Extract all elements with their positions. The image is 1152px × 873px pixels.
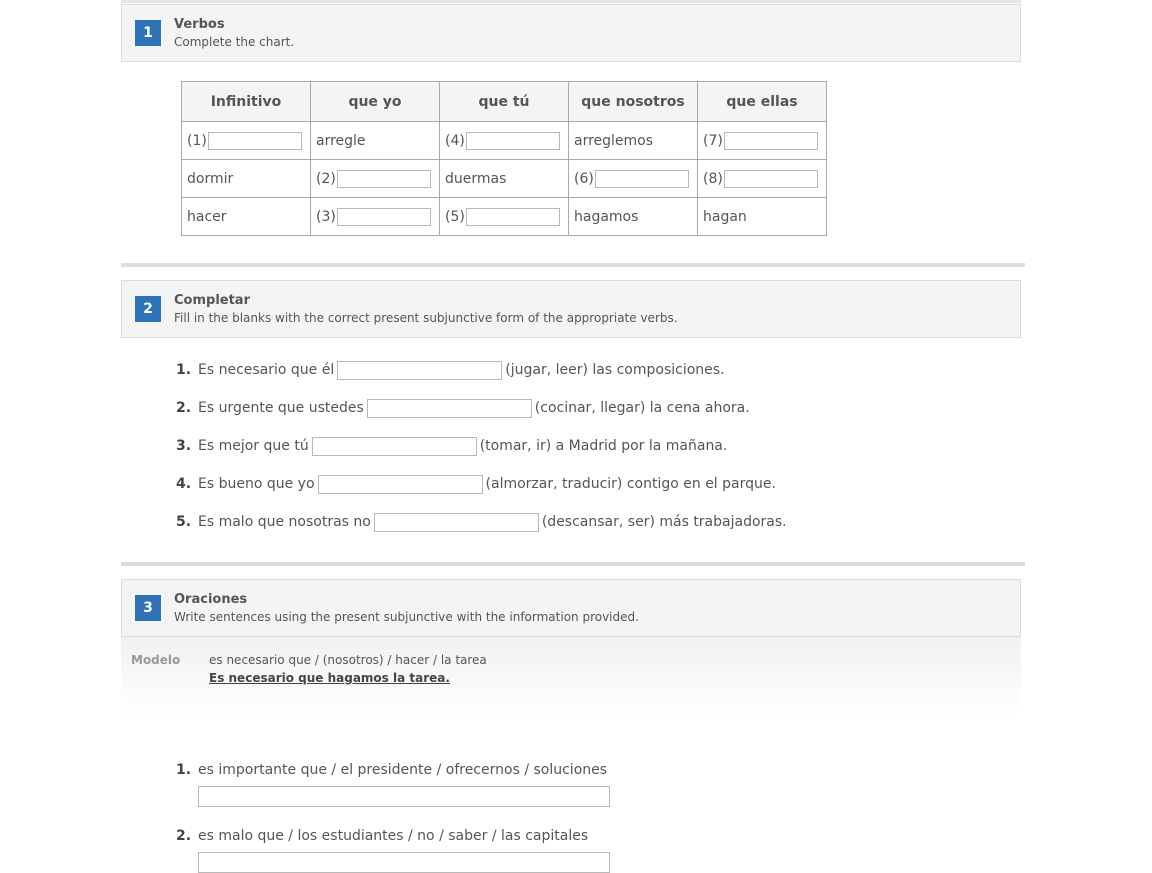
item-text-after: (jugar, leer) las composiciones. [505,362,725,378]
blank-number: (2) [316,170,336,187]
blank-input-5[interactable] [465,207,560,226]
item-number: 2. [176,828,192,844]
section-divider [121,263,1025,267]
sentence-input[interactable] [198,852,610,873]
list-item: 2. Es urgente que ustedes (cocinar, llegar… [176,397,750,419]
model-label: Modelo [131,653,181,667]
model-prompt: es necesario que / (nosotros) / hacer / … [209,653,487,667]
blank-input-2[interactable] [336,169,431,188]
blank-input-7[interactable] [723,131,818,150]
item-number: 1. [176,362,192,378]
section-3-header: 3 Oraciones Write sentences using the pr… [121,579,1021,637]
table-cell: (1) [181,121,311,160]
item-prompt: es malo que / los estudiantes / no / sab… [198,828,589,844]
item-text-after: (almorzar, traducir) contigo en el parqu… [485,476,776,492]
table-row: (1) arregle (4) arreglemos (7) [181,121,827,160]
blank-number: (1) [187,132,207,149]
blank-input-8[interactable] [723,169,818,188]
table-cell: hagan [697,197,827,236]
section-instruction: Write sentences using the present subjun… [174,610,639,624]
top-divider [121,0,1021,3]
column-header: que tú [439,81,569,122]
table-cell: (4) [439,121,569,160]
table-cell: (7) [697,121,827,160]
blank-number: (3) [316,208,336,225]
item-text-before: Es malo que nosotras no [198,514,371,530]
table-row: hacer (3) (5) hagamos hagan [181,197,827,236]
answer-input[interactable] [317,474,483,494]
section-title: Completar [174,293,250,308]
blank-input-4[interactable] [465,131,560,150]
blank-number: (5) [445,208,465,225]
chart-header-row: Infinitivo que yo que tú que nosotros qu… [181,81,827,122]
table-cell: (5) [439,197,569,236]
sentence-input[interactable] [198,786,610,807]
section-number-badge: 1 [135,20,161,46]
list-item: 4. Es bueno que yo (almorzar, traducir) co… [176,473,776,495]
column-header: que yo [310,81,440,122]
answer-input[interactable] [373,512,539,532]
table-cell: arreglemos [568,121,698,160]
item-text-before: Es bueno que yo [198,476,315,492]
list-item: 1. es importante que / el presidente / of… [176,759,607,781]
blank-input-6[interactable] [594,169,689,188]
item-number: 1. [176,762,192,778]
column-header: que ellas [697,81,827,122]
answer-input[interactable] [311,436,477,456]
list-item: 5. Es malo que nosotras no (descansar, ser… [176,511,787,533]
item-text-after: (descansar, ser) más trabajadoras. [541,514,787,530]
item-prompt: es importante que / el presidente / ofre… [198,762,608,778]
table-cell: (3) [310,197,440,236]
item-text-after: (tomar, ir) a Madrid por la mañana. [479,438,728,454]
table-cell: hacer [181,197,311,236]
model-example: Modelo es necesario que / (nosotros) / h… [121,637,1021,717]
item-number: 3. [176,438,192,454]
section-instruction: Fill in the blanks with the correct pres… [174,311,678,325]
blank-number: (7) [703,132,723,149]
blank-number: (4) [445,132,465,149]
table-cell: arregle [310,121,440,160]
section-number-badge: 2 [135,296,161,322]
table-cell: dormir [181,159,311,198]
section-number-badge: 3 [135,595,161,621]
section-title: Oraciones [174,592,248,607]
answer-input[interactable] [366,398,532,418]
table-cell: hagamos [568,197,698,236]
table-cell: (2) [310,159,440,198]
table-cell: (6) [568,159,698,198]
verb-chart: Infinitivo que yo que tú que nosotros qu… [181,81,827,236]
section-title: Verbos [174,17,225,32]
column-header: Infinitivo [181,81,311,122]
model-answer: Es necesario que hagamos la tarea. [209,671,450,685]
item-number: 4. [176,476,192,492]
table-cell: (8) [697,159,827,198]
section-2-header: 2 Completar Fill in the blanks with the … [121,280,1021,338]
blank-number: (6) [574,170,594,187]
section-instruction: Complete the chart. [174,35,295,49]
column-header: que nosotros [568,81,698,122]
item-number: 2. [176,400,192,416]
blank-input-1[interactable] [207,131,302,150]
item-number: 5. [176,514,192,530]
section-1-header: 1 Verbos Complete the chart. [121,4,1021,62]
list-item: 1. Es necesario que él (jugar, leer) las c… [176,359,725,381]
item-text-after: (cocinar, llegar) la cena ahora. [534,400,750,416]
item-text-before: Es mejor que tú [198,438,309,454]
blank-input-3[interactable] [336,207,431,226]
item-text-before: Es necesario que él [198,362,335,378]
table-cell: duermas [439,159,569,198]
blank-number: (8) [703,170,723,187]
section-divider [121,562,1025,566]
table-row: dormir (2) duermas (6) (8) [181,159,827,198]
answer-input[interactable] [337,360,503,380]
item-text-before: Es urgente que ustedes [198,400,364,416]
list-item: 2. es malo que / los estudiantes / no / s… [176,825,588,847]
list-item: 3. Es mejor que tú (tomar, ir) a Madrid po… [176,435,727,457]
